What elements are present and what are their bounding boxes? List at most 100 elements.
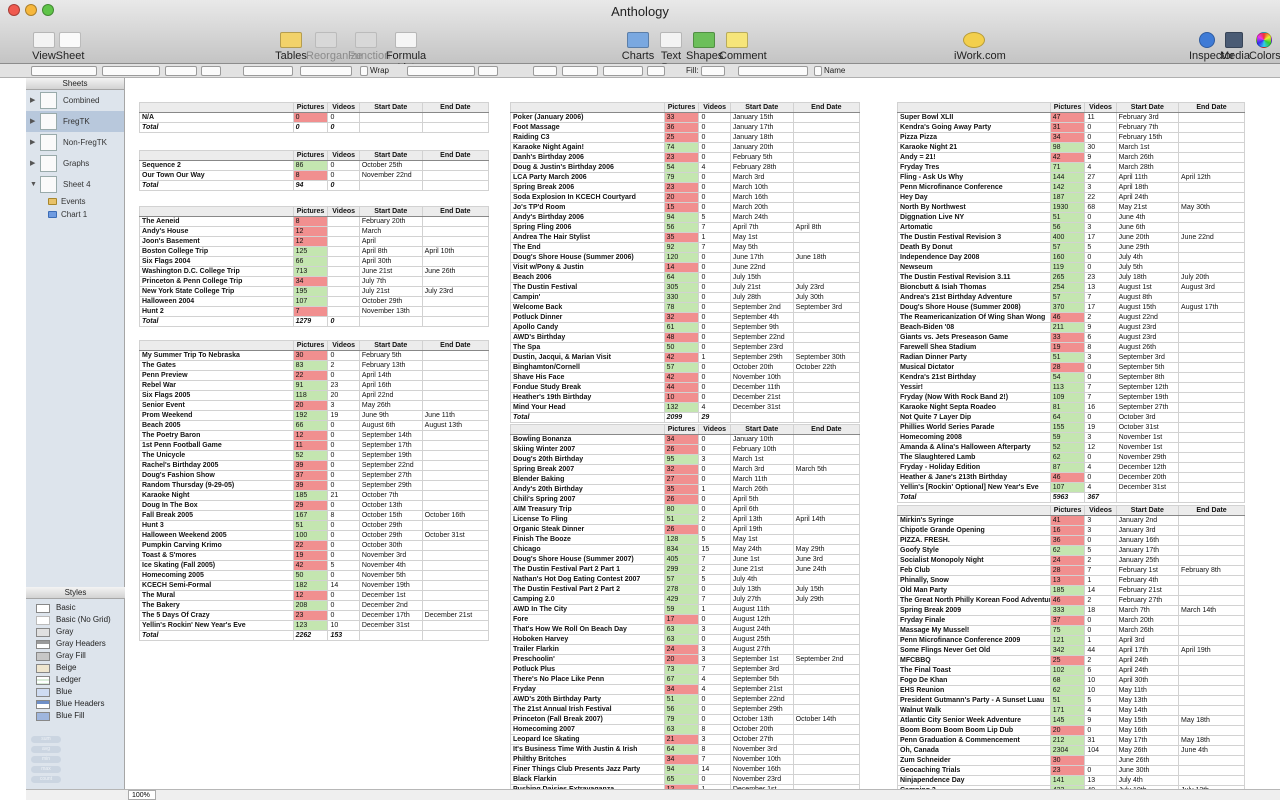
table-row[interactable]: Karaoke Night Again! 74 0 January 20th: [510, 142, 861, 153]
event-name-cell[interactable]: Finer Things Club Presents Jazz Party: [510, 764, 665, 775]
start-date-cell[interactable]: September 22nd: [358, 460, 423, 471]
table-row[interactable]: Spring Break 2007 32 0 March 3rd March 5th: [510, 464, 861, 475]
table-row[interactable]: Beach-Biden '08 211 9 August 23rd: [897, 322, 1245, 333]
table-row[interactable]: Andrea The Hair Stylist 35 1 May 1st: [510, 232, 861, 243]
end-date-cell[interactable]: [792, 664, 861, 675]
event-name-cell[interactable]: AWD In The City: [510, 604, 665, 615]
end-date-cell[interactable]: [1178, 775, 1245, 786]
videos-cell[interactable]: 0: [698, 322, 731, 333]
end-date-cell[interactable]: [421, 296, 490, 307]
start-date-cell[interactable]: April 24th: [1115, 665, 1180, 676]
end-date-cell[interactable]: [1178, 555, 1245, 566]
column-header[interactable]: End Date: [421, 150, 490, 161]
column-header[interactable]: Pictures: [292, 340, 329, 351]
pictures-cell[interactable]: 46: [1049, 595, 1086, 606]
event-name-cell[interactable]: There's No Place Like Penn: [510, 674, 665, 685]
start-date-cell[interactable]: December 20th: [1115, 472, 1180, 483]
videos-cell[interactable]: 0: [698, 362, 731, 373]
pictures-cell[interactable]: 118: [292, 390, 329, 401]
end-date-cell[interactable]: February 8th: [1178, 565, 1245, 576]
pictures-cell[interactable]: 167: [292, 510, 329, 521]
end-date-cell[interactable]: [792, 774, 861, 785]
event-name-cell[interactable]: The Final Toast: [897, 665, 1051, 676]
start-date-cell[interactable]: June 17th: [729, 252, 794, 263]
total-videos-cell[interactable]: 153: [327, 630, 360, 641]
start-date-cell[interactable]: December 31st: [729, 402, 794, 413]
end-date-cell[interactable]: [792, 754, 861, 765]
start-date-cell[interactable]: February 1st: [1115, 565, 1180, 576]
videos-cell[interactable]: 0: [1084, 122, 1117, 133]
event-name-cell[interactable]: Princeton (Fall Break 2007): [510, 714, 665, 725]
table-row[interactable]: 1st Penn Football Game 11 0 September 17th: [139, 440, 490, 451]
end-date-cell[interactable]: May 18th: [1178, 715, 1245, 726]
videos-cell[interactable]: 1: [698, 232, 731, 243]
table-row[interactable]: Amanda & Alina's Halloween Afterparty 52 1…: [897, 442, 1245, 453]
start-date-cell[interactable]: February 3rd: [1115, 112, 1180, 123]
event-name-cell[interactable]: Yellin's [Rockin' Optional] New Year's E…: [897, 482, 1051, 493]
table-row[interactable]: Andy's 20th Birthday 35 1 March 26th: [510, 484, 861, 495]
pictures-cell[interactable]: 34: [1049, 132, 1086, 143]
total-videos-cell[interactable]: 367: [1084, 492, 1117, 503]
event-name-cell[interactable]: Binghamton/Cornell: [510, 362, 665, 373]
event-name-cell[interactable]: EHS Reunion: [897, 685, 1051, 696]
start-date-cell[interactable]: February 5th: [729, 152, 794, 163]
videos-cell[interactable]: 0: [698, 142, 731, 153]
table-row[interactable]: Mind Your Head 132 4 December 31st: [510, 402, 861, 413]
event-name-cell[interactable]: Giants vs. Jets Preseason Game: [897, 332, 1051, 343]
pictures-cell[interactable]: 32: [663, 312, 700, 323]
style-blue-fill[interactable]: Blue Fill: [26, 710, 125, 722]
event-name-cell[interactable]: Six Flags 2005: [139, 390, 294, 401]
event-name-cell[interactable]: Fryday Tres: [897, 162, 1051, 173]
pictures-cell[interactable]: 42: [663, 352, 700, 363]
end-date-cell[interactable]: [1178, 452, 1245, 463]
end-date-cell[interactable]: [792, 674, 861, 685]
end-date-cell[interactable]: [421, 600, 490, 611]
column-header[interactable]: Videos: [327, 102, 360, 113]
pictures-cell[interactable]: 92: [663, 242, 700, 253]
event-name-cell[interactable]: Boston College Trip: [139, 246, 294, 257]
start-date-cell[interactable]: November 16th: [729, 764, 794, 775]
start-date-cell[interactable]: January 15th: [729, 112, 794, 123]
start-date-cell[interactable]: May 1st: [729, 534, 794, 545]
style-beige[interactable]: Beige: [26, 662, 125, 674]
event-name-cell[interactable]: Independence Day 2008: [897, 252, 1051, 263]
end-date-cell[interactable]: [792, 734, 861, 745]
end-date-cell[interactable]: June 11th: [421, 410, 490, 421]
end-date-cell[interactable]: August 3rd: [1178, 282, 1245, 293]
pictures-cell[interactable]: 83: [292, 360, 329, 371]
start-date-cell[interactable]: June 9th: [358, 410, 423, 421]
event-name-cell[interactable]: Karaoke Night Again!: [510, 142, 665, 153]
event-name-cell[interactable]: Prom Weekend: [139, 410, 294, 421]
start-date-cell[interactable]: October 20th: [729, 362, 794, 373]
table-row[interactable]: Skiing Winter 2007 26 0 February 10th: [510, 444, 861, 455]
event-name-cell[interactable]: The Dustin Festival Revision 3: [897, 232, 1051, 243]
column-header[interactable]: Pictures: [292, 102, 329, 113]
pictures-cell[interactable]: 46: [1049, 312, 1086, 323]
table-row[interactable]: Zum Schneider 30 June 26th: [897, 755, 1245, 766]
videos-cell[interactable]: 4: [1084, 462, 1117, 473]
pictures-cell[interactable]: 50: [292, 570, 329, 581]
start-date-cell[interactable]: June 21st: [729, 564, 794, 575]
event-name-cell[interactable]: The Dustin Festival Part 2 Part 1: [510, 564, 665, 575]
empty-cell[interactable]: [1115, 492, 1180, 503]
table-row[interactable]: Doug & Justin's Birthday 2006 54 4 February…: [510, 162, 861, 173]
start-date-cell[interactable]: April 11th: [1115, 172, 1180, 183]
column-header[interactable]: [139, 150, 294, 161]
end-date-cell[interactable]: [792, 192, 861, 203]
table-row[interactable]: Some Flings Never Get Old 342 44 April 17th…: [897, 645, 1245, 656]
style-gray-fill[interactable]: Gray Fill: [26, 650, 125, 662]
videos-cell[interactable]: 0: [1084, 725, 1117, 736]
start-date-cell[interactable]: May 11th: [1115, 685, 1180, 696]
pictures-cell[interactable]: 155: [1049, 422, 1086, 433]
videos-cell[interactable]: 5: [698, 534, 731, 545]
videos-cell[interactable]: 0: [327, 500, 360, 511]
start-date-cell[interactable]: February 15th: [1115, 132, 1180, 143]
start-date-cell[interactable]: September 29th: [358, 480, 423, 491]
pictures-cell[interactable]: 28: [1049, 362, 1086, 373]
pictures-cell[interactable]: 51: [1049, 352, 1086, 363]
end-date-cell[interactable]: September 30th: [792, 352, 861, 363]
style-gray-headers[interactable]: Gray Headers: [26, 638, 125, 650]
end-date-cell[interactable]: [421, 550, 490, 561]
start-date-cell[interactable]: September 22nd: [729, 694, 794, 705]
start-date-cell[interactable]: September 27th: [358, 470, 423, 481]
